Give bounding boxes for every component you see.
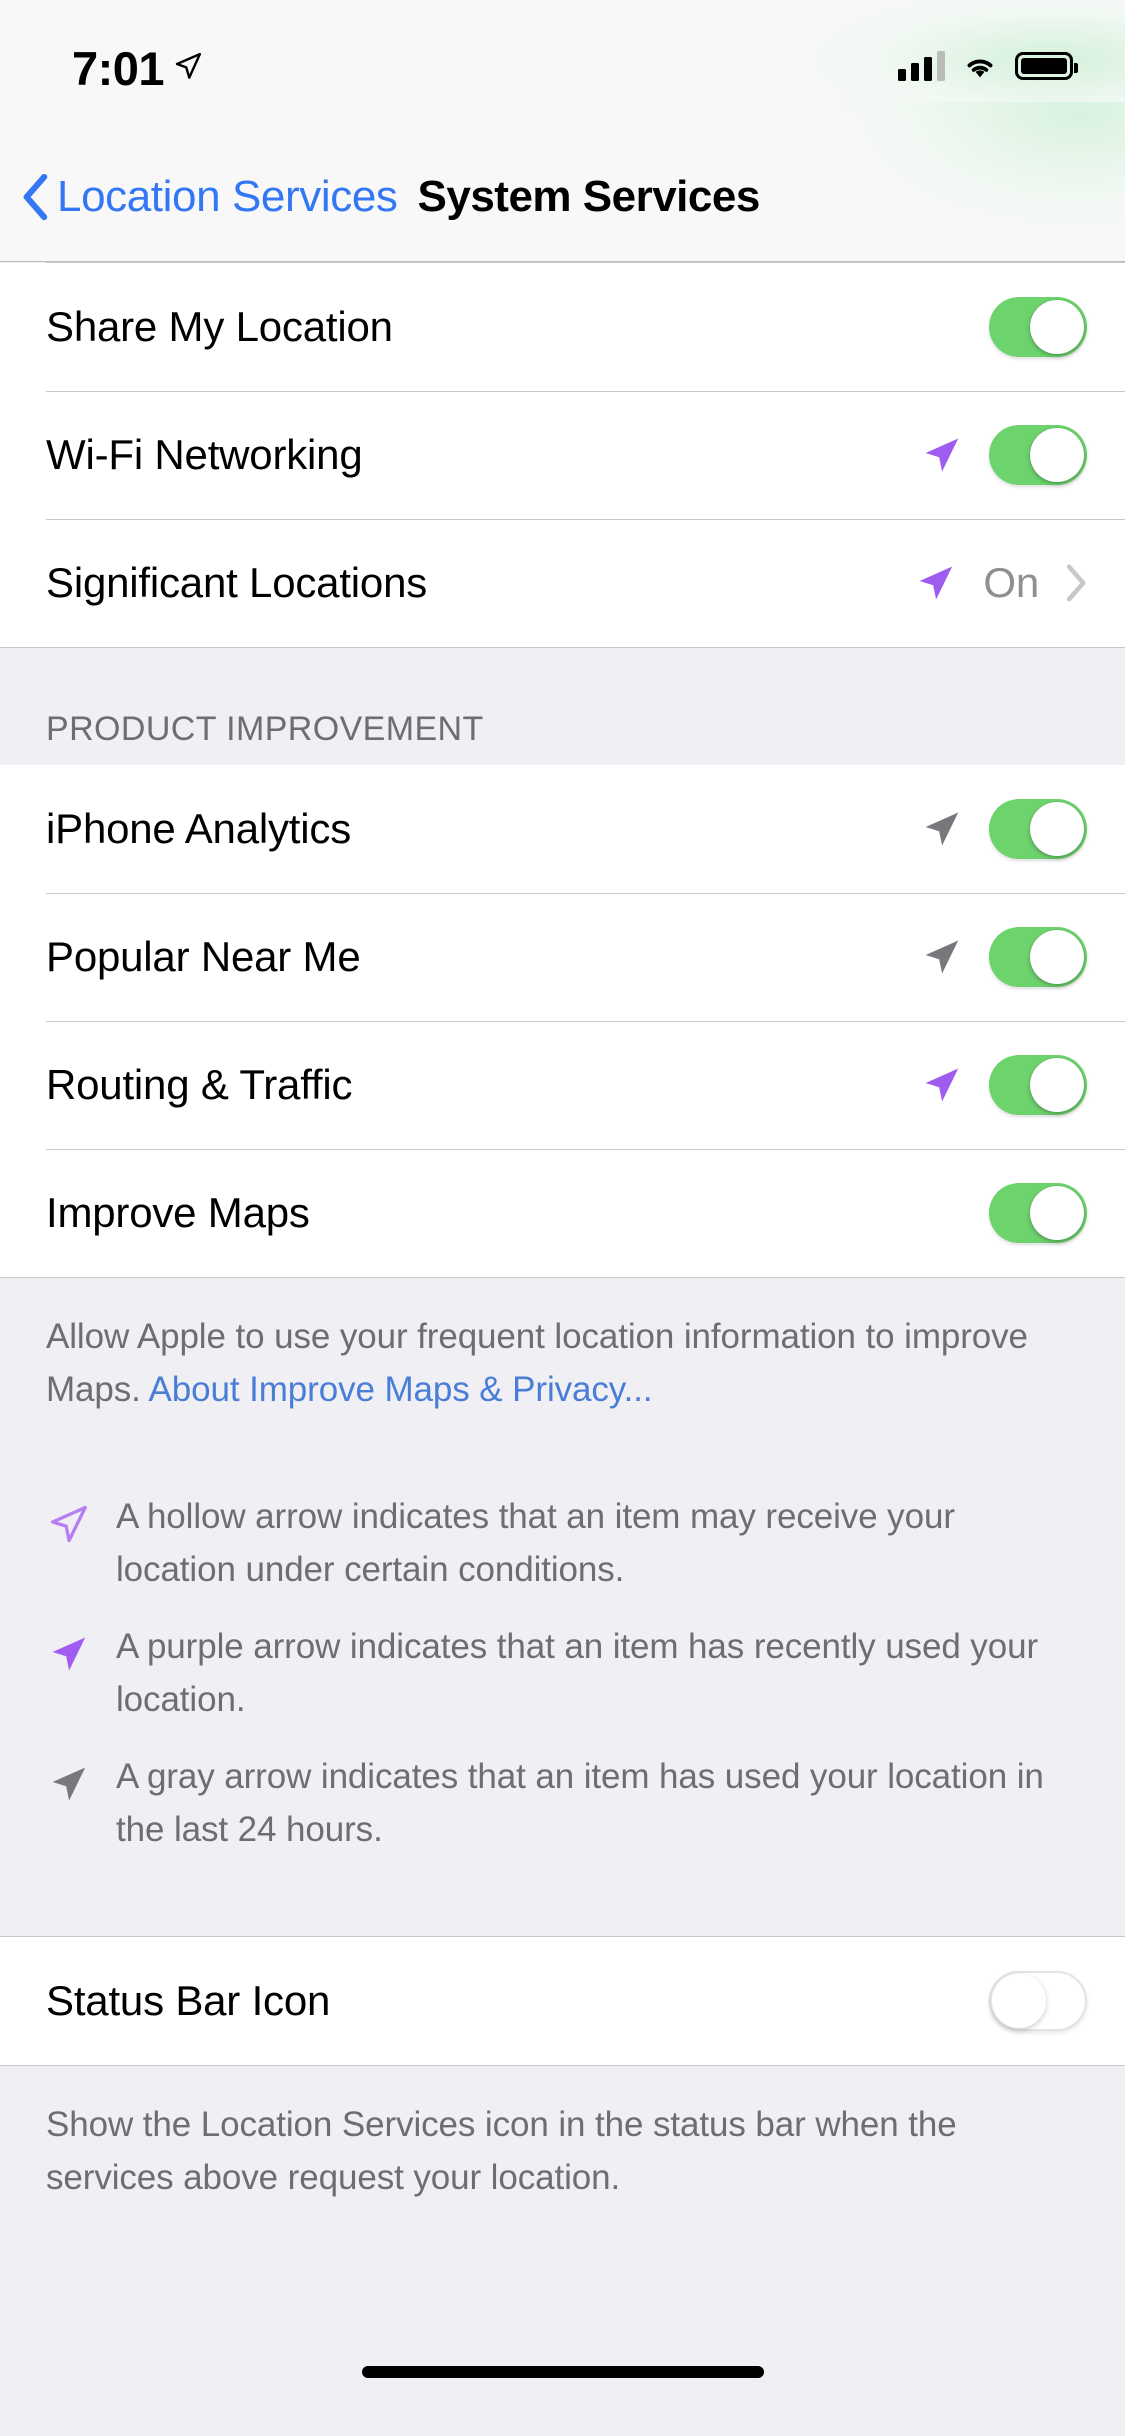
row-status-bar-icon[interactable]: Status Bar Icon bbox=[0, 1937, 1125, 2065]
row-label: Wi-Fi Networking bbox=[46, 434, 919, 476]
navigation-bar: Location Services System Services bbox=[0, 132, 1125, 262]
row-label: Routing & Traffic bbox=[46, 1064, 919, 1106]
row-accessory bbox=[919, 799, 1087, 859]
wifi-networking-toggle[interactable] bbox=[989, 425, 1087, 485]
row-routing-and-traffic[interactable]: Routing & Traffic bbox=[0, 1021, 1125, 1149]
footer-improve-maps: Allow Apple to use your frequent locatio… bbox=[0, 1277, 1125, 1424]
row-significant-locations[interactable]: Significant Locations On bbox=[0, 519, 1125, 647]
row-wifi-networking[interactable]: Wi-Fi Networking bbox=[0, 391, 1125, 519]
section-status-bar-icon: Status Bar Icon bbox=[0, 1937, 1125, 2065]
about-improve-maps-privacy-link[interactable]: About Improve Maps & Privacy... bbox=[149, 1370, 653, 1409]
section-product-improvement: iPhone Analytics Popular Near Me bbox=[0, 765, 1125, 1277]
row-accessory bbox=[989, 1183, 1087, 1243]
significant-locations-value: On bbox=[983, 562, 1039, 604]
home-indicator-bar[interactable] bbox=[362, 2366, 764, 2378]
row-label: Share My Location bbox=[46, 306, 989, 348]
status-bar-left: 7:01 bbox=[72, 41, 203, 92]
back-button[interactable]: Location Services bbox=[22, 174, 398, 220]
improve-maps-toggle[interactable] bbox=[989, 1183, 1087, 1243]
routing-and-traffic-toggle[interactable] bbox=[989, 1055, 1087, 1115]
filled-gray-arrow-icon bbox=[919, 807, 963, 851]
row-accessory bbox=[989, 297, 1087, 357]
row-label: Significant Locations bbox=[46, 562, 913, 604]
row-label: Improve Maps bbox=[46, 1192, 989, 1234]
row-popular-near-me[interactable]: Popular Near Me bbox=[0, 893, 1125, 1021]
chevron-right-icon bbox=[1065, 564, 1087, 602]
location-arrow-icon bbox=[173, 51, 203, 81]
footer-text: Show the Location Services icon in the s… bbox=[46, 2105, 957, 2197]
status-bar-clock: 7:01 bbox=[72, 41, 164, 92]
row-improve-maps[interactable]: Improve Maps bbox=[0, 1149, 1125, 1277]
iphone-screen: 7:01 Location Services System Services bbox=[0, 0, 1125, 2436]
arrow-legend: A hollow arrow indicates that an item ma… bbox=[0, 1424, 1125, 1892]
section-header-product-improvement: PRODUCT IMPROVEMENT bbox=[0, 647, 1125, 765]
filled-gray-arrow-icon bbox=[46, 1762, 90, 1806]
filled-purple-arrow-icon bbox=[913, 561, 957, 605]
legend-item-hollow-arrow: A hollow arrow indicates that an item ma… bbox=[46, 1490, 1079, 1596]
row-label: Popular Near Me bbox=[46, 936, 919, 978]
legend-text: A hollow arrow indicates that an item ma… bbox=[116, 1490, 1079, 1596]
section-top-services: Share My Location Wi-Fi Networking Signi… bbox=[0, 263, 1125, 647]
row-label: Status Bar Icon bbox=[46, 1980, 989, 2022]
footer-status-bar-icon: Show the Location Services icon in the s… bbox=[0, 2065, 1125, 2212]
filled-purple-arrow-icon bbox=[46, 1632, 90, 1676]
status-bar-icon-toggle[interactable] bbox=[989, 1971, 1087, 2031]
legend-item-gray-arrow: A gray arrow indicates that an item has … bbox=[46, 1750, 1079, 1856]
row-share-my-location[interactable]: Share My Location bbox=[0, 263, 1125, 391]
settings-list: Share My Location Wi-Fi Networking Signi… bbox=[0, 262, 1125, 2212]
status-bar-right bbox=[898, 51, 1073, 81]
chevron-left-icon bbox=[22, 174, 48, 220]
row-accessory bbox=[919, 927, 1087, 987]
row-accessory: On bbox=[913, 561, 1087, 605]
legend-text: A gray arrow indicates that an item has … bbox=[116, 1750, 1079, 1856]
cellular-signal-icon bbox=[898, 51, 945, 81]
iphone-analytics-toggle[interactable] bbox=[989, 799, 1087, 859]
back-button-label: Location Services bbox=[57, 175, 398, 219]
filled-gray-arrow-icon bbox=[919, 935, 963, 979]
legend-item-purple-arrow: A purple arrow indicates that an item ha… bbox=[46, 1620, 1079, 1726]
wifi-icon bbox=[961, 51, 999, 81]
row-accessory bbox=[989, 1971, 1087, 2031]
share-my-location-toggle[interactable] bbox=[989, 297, 1087, 357]
filled-purple-arrow-icon bbox=[919, 433, 963, 477]
legend-text: A purple arrow indicates that an item ha… bbox=[116, 1620, 1079, 1726]
home-indicator-area bbox=[0, 2324, 1125, 2436]
row-accessory bbox=[919, 1055, 1087, 1115]
status-bar: 7:01 bbox=[0, 0, 1125, 132]
page-title: System Services bbox=[418, 175, 760, 219]
row-iphone-analytics[interactable]: iPhone Analytics bbox=[0, 765, 1125, 893]
battery-full-icon bbox=[1015, 52, 1073, 80]
hollow-purple-arrow-icon bbox=[46, 1502, 90, 1546]
row-accessory bbox=[919, 425, 1087, 485]
filled-purple-arrow-icon bbox=[919, 1063, 963, 1107]
section-spacer bbox=[0, 1892, 1125, 1936]
row-label: iPhone Analytics bbox=[46, 808, 919, 850]
popular-near-me-toggle[interactable] bbox=[989, 927, 1087, 987]
